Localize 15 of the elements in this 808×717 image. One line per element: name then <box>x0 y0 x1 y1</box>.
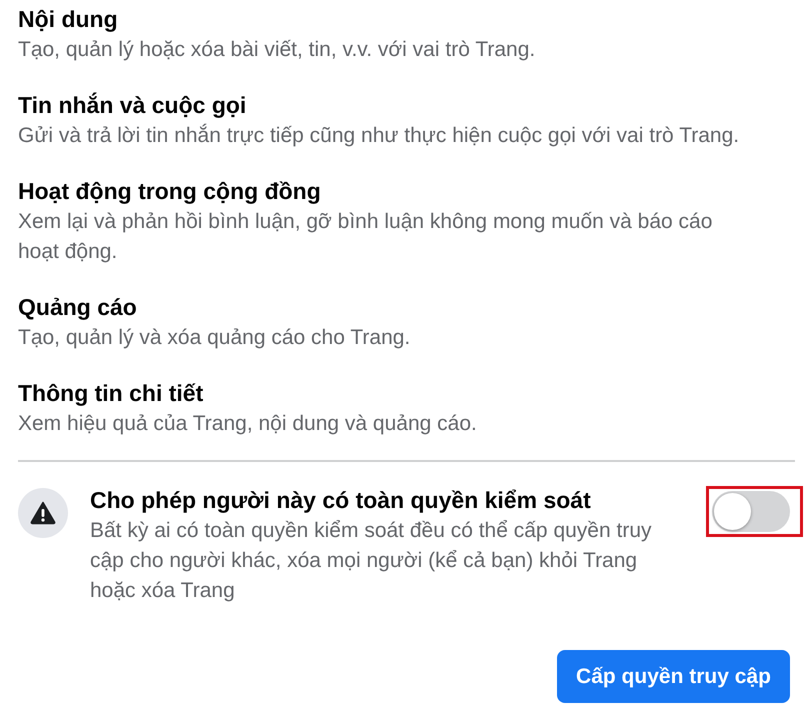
permission-title: Nội dung <box>18 5 119 34</box>
setting-description: Bất kỳ ai có toàn quyền kiểm soát đều có thể cấp quyền truy cập cho người khác, xóa mọi người (kể cả bạn) khỏi Trang hoặc xóa Trang <box>90 518 653 604</box>
warning-icon <box>18 488 68 538</box>
permission-title: Thông tin chi tiết <box>18 379 204 408</box>
permission-title: Tin nhắn và cuộc gọi <box>18 91 248 120</box>
permission-title: Quảng cáo <box>18 293 138 322</box>
permission-description: Tạo, quản lý hoặc xóa bài viết, tin, v.v. với vai trò Trang. <box>18 37 536 63</box>
permission-description: Xem hiệu quả của Trang, nội dung và quảng cáo. <box>18 411 478 437</box>
toggle-switch[interactable] <box>712 491 790 532</box>
permission-title: Hoạt động trong cộng đồng <box>18 177 322 206</box>
grant-access-button[interactable]: Cấp quyền truy cập <box>557 650 790 703</box>
permission-description: Tạo, quản lý và xóa quảng cáo cho Trang. <box>18 325 412 351</box>
setting-title: Cho phép người này có toàn quyền kiểm soát <box>90 486 592 515</box>
permission-description: Xem lại và phản hồi bình luận, gỡ bình luận không mong muốn và báo cáo hoạt động. <box>18 209 714 265</box>
permission-description: Gửi và trả lời tin nhắn trực tiếp cũng như thực hiện cuộc gọi với vai trò Trang. <box>18 122 740 149</box>
